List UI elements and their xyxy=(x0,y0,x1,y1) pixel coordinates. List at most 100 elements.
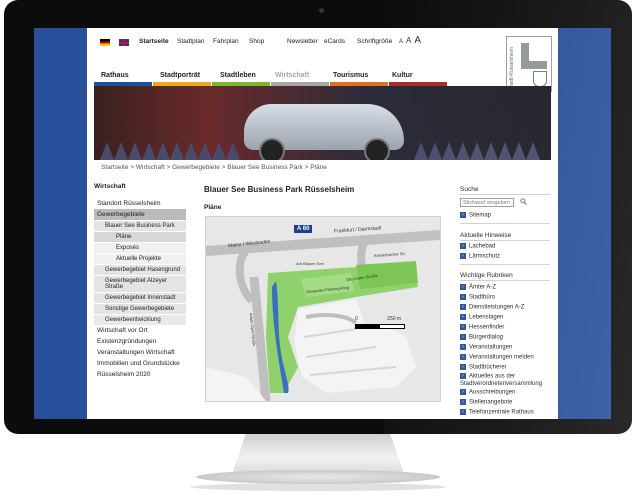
sidebar-heading: Wirtschaft xyxy=(94,183,126,190)
german-flag-icon[interactable] xyxy=(100,39,110,46)
uk-flag-icon[interactable] xyxy=(119,39,129,46)
mainnav-kultur[interactable]: Kultur xyxy=(392,72,413,79)
wheel-icon xyxy=(364,138,390,160)
arrow-icon: › xyxy=(460,364,466,370)
sidebar-item-gewerbegebiete[interactable]: Gewerbegebiete xyxy=(94,209,186,220)
hero-image xyxy=(94,86,551,160)
sidebar-item-plaene[interactable]: Pläne xyxy=(94,232,186,242)
arrow-icon: › xyxy=(460,334,466,340)
sidebar-item-projekte[interactable]: Aktuelle Projekte xyxy=(94,254,186,264)
font-size-label: Schriftgröße xyxy=(357,38,393,45)
sidebar-item-alzeyer[interactable]: Gewerbegebiet Alzeyer Straße xyxy=(94,276,186,292)
sitemap-link[interactable]: › Sitemap xyxy=(460,212,491,219)
arrow-icon: › xyxy=(460,344,466,350)
sidebar-item-veranstaltungen[interactable]: Veranstaltungen Wirtschaft xyxy=(94,347,186,358)
nav-fahrplan[interactable]: Fahrplan xyxy=(213,38,239,45)
sidebar-item-2020[interactable]: Rüsselsheim 2020 xyxy=(94,369,186,380)
sidebar-item-innenstadt[interactable]: Gewerbegebiet Innenstadt xyxy=(94,293,186,303)
rubric-link[interactable]: › Lebenslagen xyxy=(460,314,503,321)
monitor-stand xyxy=(232,434,404,474)
rubric-link[interactable]: › Hessenfinder xyxy=(460,324,504,331)
divider xyxy=(460,280,550,281)
mainnav-wirtschaft[interactable]: Wirtschaft xyxy=(275,72,309,79)
rubric-link[interactable]: › Dienstleistungen A-Z xyxy=(460,304,524,311)
sidebar-item-standort[interactable]: Standort Rüsselsheim xyxy=(94,198,186,209)
sidebar-item-exposes[interactable]: Exposés xyxy=(94,243,186,253)
rubric-link[interactable]: › Aktuelles aus der Stadtverordnetenversa… xyxy=(460,373,550,388)
sidebar-item-gewerbeentwicklung[interactable]: Gewerbeentwicklung xyxy=(94,315,186,325)
map-label-a60: A 60 xyxy=(294,225,313,233)
rubrics-heading: Wichtige Rubriken xyxy=(460,272,513,279)
arrow-icon: › xyxy=(460,389,466,395)
sidebar-item-immobilien[interactable]: Immobilien und Grundstücke xyxy=(94,358,186,369)
notice-label: Lachebad xyxy=(469,243,496,250)
notice-lachebad[interactable]: › Lachebad xyxy=(460,243,495,250)
rubric-link[interactable]: › Ämter A-Z xyxy=(460,284,496,291)
rubric-link[interactable]: › Veranstaltungen xyxy=(460,344,512,351)
scale-min: 0 xyxy=(355,316,358,322)
scale-bar xyxy=(355,324,405,329)
rubric-label: Ämter A-Z xyxy=(469,284,497,291)
web-page: Startseite Stadtplan Fahrplan Shop Newsl… xyxy=(87,28,558,419)
nav-ecards[interactable]: eCards xyxy=(324,38,345,45)
monitor-base xyxy=(196,470,440,484)
font-medium-button[interactable]: A xyxy=(406,36,411,45)
mainnav-tourismus[interactable]: Tourismus xyxy=(333,72,368,79)
map-scale: 0 250 m xyxy=(355,316,401,322)
rubric-link[interactable]: › Stadtbücherei xyxy=(460,364,506,371)
arrow-icon: › xyxy=(460,314,466,320)
notice-laermschutz[interactable]: › Lärmschutz xyxy=(460,253,500,260)
mainnav-rathaus[interactable]: Rathaus xyxy=(101,72,129,79)
stand-shadow xyxy=(190,483,446,491)
rubric-link[interactable]: › Veranstaltungen melden xyxy=(460,354,534,361)
rubric-label: Dienstleistungen A-Z xyxy=(469,304,525,311)
mainnav-stadtportraet[interactable]: Stadtporträt xyxy=(160,72,200,79)
site-plan-map[interactable]: A 60 Mainz / Wiesbaden Frankfurt / Darms… xyxy=(205,216,441,402)
sidebar-item-vor-ort[interactable]: Wirtschaft vor Ort xyxy=(94,325,186,336)
arrow-icon: › xyxy=(460,399,466,405)
sidebar-item-sonstige[interactable]: Sonstige Gewerbegebiete xyxy=(94,304,186,314)
search-input[interactable] xyxy=(460,198,514,207)
search-icon[interactable] xyxy=(520,198,527,205)
rubric-link[interactable]: › Stadtbüro xyxy=(460,294,495,301)
nav-startseite[interactable]: Startseite xyxy=(139,38,169,45)
arrow-icon: › xyxy=(460,354,466,360)
rubric-label: Stellenangebote xyxy=(469,399,513,406)
nav-newsletter[interactable]: Newsletter xyxy=(287,38,318,45)
rubric-label: Lebenslagen xyxy=(469,314,504,321)
screen: Startseite Stadtplan Fahrplan Shop Newsl… xyxy=(34,28,611,419)
notice-label: Lärmschutz xyxy=(469,253,501,260)
rubric-label: Bürgerdialog xyxy=(469,334,504,341)
rubric-link[interactable]: › Telefonzentrale Rathaus xyxy=(460,409,534,416)
divider xyxy=(460,223,550,224)
rubric-label: Veranstaltungen xyxy=(469,344,513,351)
scale-max: 250 xyxy=(387,316,396,322)
city-logo[interactable]: stadt-Rüsselsheim xyxy=(506,36,552,92)
sidebar-item-hasengrund[interactable]: Gewerbegebiet Hasengrund xyxy=(94,265,186,275)
nav-stadtplan[interactable]: Stadtplan xyxy=(177,38,204,45)
rubric-label: Stadtbücherei xyxy=(469,364,507,371)
arrow-icon: › xyxy=(460,373,466,379)
divider xyxy=(460,264,550,265)
mainnav-stadtleben[interactable]: Stadtleben xyxy=(220,72,256,79)
sidebar-item-existenzgruendungen[interactable]: Existenzgründungen xyxy=(94,336,186,347)
nav-shop[interactable]: Shop xyxy=(249,38,264,45)
rubric-link[interactable]: › Ausschreibungen xyxy=(460,389,515,396)
arrow-icon: › xyxy=(460,409,466,415)
logo-mark xyxy=(521,43,547,69)
search-heading: Suche xyxy=(460,186,479,193)
font-size-controls: AAA xyxy=(399,35,424,46)
rubric-link[interactable]: › Bürgerdialog xyxy=(460,334,503,341)
map-label-am-blauen-see: Am Blauen See xyxy=(296,261,324,266)
rubric-label: Ausschreibungen xyxy=(469,389,516,396)
sidebar-item-blauer-see[interactable]: Blauer See Business Park xyxy=(94,221,186,231)
arrow-icon: › xyxy=(460,212,466,218)
font-small-button[interactable]: A xyxy=(399,39,403,45)
rubric-link[interactable]: › Stellenangebote xyxy=(460,399,512,406)
breadcrumb[interactable]: Startseite > Wirtschaft > Gewerbegebiete… xyxy=(101,164,327,171)
arrow-icon: › xyxy=(460,243,466,249)
font-large-button[interactable]: A xyxy=(414,35,421,46)
arrow-icon: › xyxy=(460,284,466,290)
wheel-icon xyxy=(259,138,285,160)
arrow-icon: › xyxy=(460,324,466,330)
